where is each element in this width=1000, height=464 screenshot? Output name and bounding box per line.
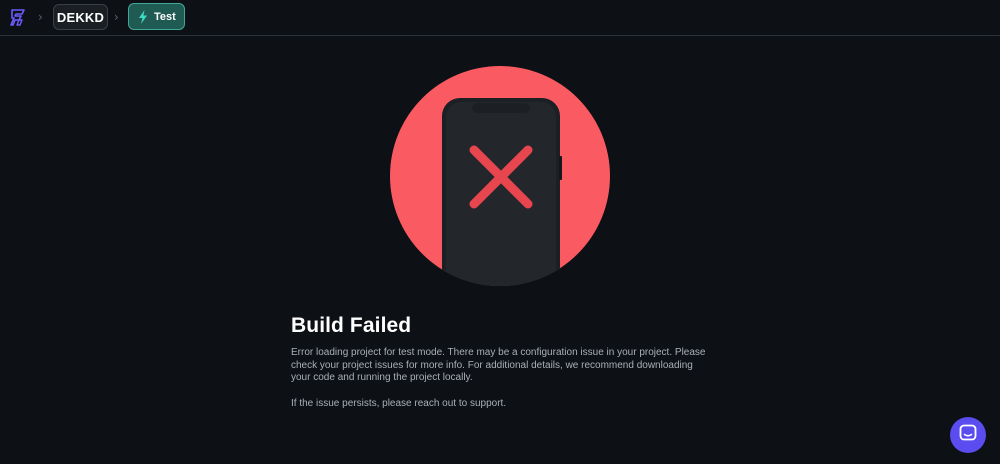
breadcrumb-separator: ›: [114, 10, 119, 24]
error-title: Build Failed: [291, 314, 412, 337]
phone-error-icon: [390, 66, 610, 286]
flutterflow-logo-icon[interactable]: [9, 8, 29, 28]
top-bar: › DEKKD › Test: [0, 0, 1000, 36]
lightning-icon: [138, 9, 148, 24]
breadcrumb-separator: ›: [38, 10, 43, 24]
chat-support-button[interactable]: [950, 417, 986, 453]
chat-icon: [959, 424, 977, 447]
breadcrumb-project-label: DEKKD: [56, 9, 105, 25]
breadcrumb-test-mode[interactable]: Test: [128, 3, 185, 30]
breadcrumb-project[interactable]: DEKKD: [53, 4, 108, 30]
breadcrumb-test-label: Test: [154, 10, 176, 23]
support-message: If the issue persists, please reach out …: [291, 398, 507, 409]
error-message: Error loading project for test mode. The…: [291, 347, 706, 383]
